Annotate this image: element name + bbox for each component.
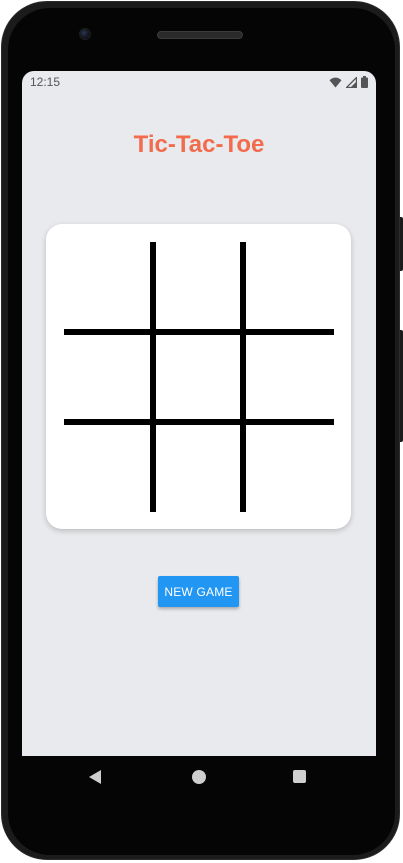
navigation-bar: [22, 756, 376, 796]
status-bar: 12:15: [22, 71, 376, 93]
recents-icon[interactable]: [293, 770, 306, 783]
wifi-icon: [329, 77, 342, 87]
game-title: Tic-Tac-Toe: [133, 131, 265, 158]
board-cell-3[interactable]: [244, 242, 334, 332]
phone-device: 12:15 Tic-Tac-Toe NEW GAME: [0, 0, 403, 863]
board-cell-1[interactable]: [64, 242, 154, 332]
grid-line-horizontal-1: [64, 329, 334, 335]
earpiece-speaker: [157, 31, 243, 39]
front-camera-icon: [79, 28, 91, 40]
board-cell-4[interactable]: [64, 332, 154, 422]
app-screen: 12:15 Tic-Tac-Toe NEW GAME: [22, 71, 376, 756]
grid-line-horizontal-2: [64, 419, 334, 425]
board-cell-5[interactable]: [154, 332, 244, 422]
grid-line-vertical-1: [150, 242, 156, 512]
game-board: [46, 224, 351, 529]
board-grid: [64, 242, 334, 512]
home-icon[interactable]: [192, 770, 206, 784]
board-cell-8[interactable]: [154, 422, 244, 512]
battery-icon: [361, 76, 368, 88]
board-cell-9[interactable]: [244, 422, 334, 512]
back-icon[interactable]: [89, 770, 101, 784]
cellular-signal-icon: [346, 76, 357, 88]
grid-line-vertical-2: [240, 242, 246, 512]
board-cell-7[interactable]: [64, 422, 154, 512]
new-game-button[interactable]: NEW GAME: [158, 576, 239, 607]
board-cell-6[interactable]: [244, 332, 334, 422]
status-icons: [329, 76, 368, 88]
board-cell-2[interactable]: [154, 242, 244, 332]
status-time: 12:15: [30, 75, 61, 89]
